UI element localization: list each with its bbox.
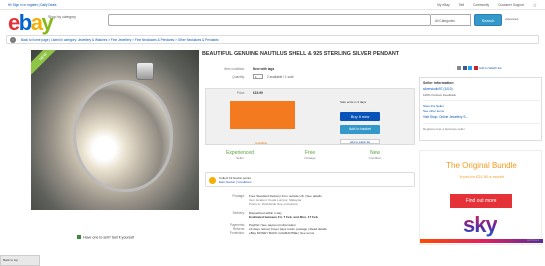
price-label: Price: <box>236 91 245 95</box>
registered-text: Registered as a business seller <box>423 127 465 131</box>
my-ebay-link[interactable]: My eBay <box>437 0 449 10</box>
detail-row: Posts to: Worldwide See exclusions <box>205 202 415 206</box>
feature-sub: Condition <box>368 156 382 160</box>
sell-link[interactable]: Sell <box>459 0 464 10</box>
sale-ends-text: Sale ends in 3 days <box>340 100 367 104</box>
divider <box>423 100 540 101</box>
visit-shop-link[interactable]: Visit Shop: Online Jewellery S... <box>423 115 468 119</box>
twitter-icon[interactable] <box>468 66 472 70</box>
buy-now-button[interactable]: Buy it now <box>340 112 380 121</box>
price-value: £19.99 <box>253 91 263 95</box>
save-seller-link[interactable]: Save this Seller <box>423 104 444 108</box>
share-bar: Add to Watch list <box>457 66 501 70</box>
condition-value: New with tags <box>253 67 275 71</box>
sign-in-link[interactable]: Hi! Sign in or register | Daily Deals <box>8 0 56 10</box>
product-image[interactable]: NEW <box>31 50 199 210</box>
feature-sub: Postage <box>304 156 316 160</box>
sell-icon <box>77 235 81 239</box>
detail-value[interactable]: eBay MONEY BACK GUARANTEE | See terms <box>249 231 314 235</box>
ad-subline: Yours for £21.50 a month <box>459 174 504 179</box>
seller-feedback: 100% Positive Feedback <box>423 93 457 97</box>
feature-new: New Condition <box>350 150 400 160</box>
ad-choices[interactable]: AdChoices <box>527 239 539 242</box>
detail-label <box>205 215 245 219</box>
detail-row: Estimated between Fri. 7 Feb. and Mon. 1… <box>205 215 415 219</box>
breadcrumb: ‹ Back to home page | Listed in category… <box>6 35 539 44</box>
cart-icon[interactable]: 🛒 <box>533 0 537 10</box>
quantity-input[interactable]: 1 <box>253 74 263 79</box>
price-highlight <box>230 101 295 129</box>
logo-letter: y <box>41 10 53 35</box>
bottom-tab[interactable]: Back to top <box>0 255 40 266</box>
nautilus-shell <box>73 80 173 192</box>
divider <box>423 123 540 124</box>
find-out-more-button[interactable]: Find out more <box>450 194 512 208</box>
detail-value: Estimated between Fri. 7 Feb. and Mon. 1… <box>249 214 319 219</box>
nectar-text: Collect 19 Nectar points Earn Nectar | C… <box>219 176 252 185</box>
top-bar: Hi! Sign in or register | Daily Deals My… <box>0 0 545 10</box>
page-title: BEAUTIFUL GENUINE NAUTILUS SHELL & 925 S… <box>202 51 400 57</box>
available-text: Available <box>255 141 268 145</box>
search-button[interactable]: Search <box>474 14 502 26</box>
pinterest-icon[interactable] <box>473 66 478 70</box>
condition-label: Item condition: <box>224 67 245 71</box>
sky-advert[interactable]: The Original Bundle Yours for £21.50 a m… <box>419 150 543 245</box>
sell-yours-prompt[interactable]: Have one to sell? Sell it yourself <box>77 235 134 240</box>
pendant-bail <box>136 62 154 80</box>
customer-support-link[interactable]: Customer Support <box>498 0 524 10</box>
community-link[interactable]: Community <box>473 0 489 10</box>
ebay-logo[interactable]: ebay <box>8 10 54 35</box>
back-arrow-icon[interactable]: ‹ <box>10 37 16 43</box>
nectar-box: Collect 19 Nectar points Earn Nectar | C… <box>205 172 415 187</box>
details-list: Postage: Free Standard Delivery from outs… <box>205 194 415 236</box>
logo-letter: e <box>8 10 20 35</box>
facebook-icon[interactable] <box>462 66 467 70</box>
top-nav: My eBay Sell Community Customer Support … <box>437 0 537 10</box>
nectar-link[interactable]: Earn Nectar | Conditions <box>219 180 252 185</box>
sky-logo: sky <box>463 212 498 237</box>
quantity-label: Quantity: <box>232 75 245 79</box>
seller-name-link[interactable]: silverstudio97 (1010) <box>423 87 453 91</box>
search-input[interactable] <box>108 14 431 26</box>
add-to-watch-link[interactable]: Add to Watch list <box>479 66 501 70</box>
detail-row: Protection: eBay MONEY BACK GUARANTEE | S… <box>205 231 415 235</box>
nectar-icon <box>209 177 216 184</box>
quantity-available: 2 available / 1 sold <box>267 75 294 79</box>
ad-swoosh <box>420 239 543 243</box>
email-share-icon[interactable] <box>457 66 461 70</box>
add-to-watch-list-button[interactable]: Add to watch list <box>340 139 380 144</box>
category-select[interactable]: All Categories <box>431 14 471 26</box>
detail-value: Posts to: Worldwide See exclusions <box>249 202 298 207</box>
logo-letter: b <box>18 10 32 35</box>
logo-letter: a <box>30 10 43 35</box>
add-to-basket-button[interactable]: Add to basket <box>340 125 380 134</box>
seller-info-panel: Seller information silverstudio97 (1010)… <box>419 77 542 141</box>
detail-label <box>205 202 245 206</box>
feature-experienced: Experienced Seller <box>215 150 265 160</box>
see-other-items-link[interactable]: See other items <box>423 109 444 113</box>
detail-label: Protection: <box>229 231 245 236</box>
ad-headline: The Original Bundle <box>446 161 517 170</box>
new-badge: NEW <box>31 50 62 75</box>
seller-heading: Seller information <box>423 81 454 85</box>
breadcrumb-text[interactable]: Back to home page | Listed in category: … <box>21 38 219 42</box>
sell-yours-text: Have one to sell? Sell it yourself <box>83 235 135 240</box>
feature-sub: Seller <box>236 156 244 160</box>
shop-by-category[interactable]: Shop by category <box>48 15 76 20</box>
feature-free: Free Postage <box>285 150 335 160</box>
advanced-search-link[interactable]: Advanced <box>505 17 518 21</box>
